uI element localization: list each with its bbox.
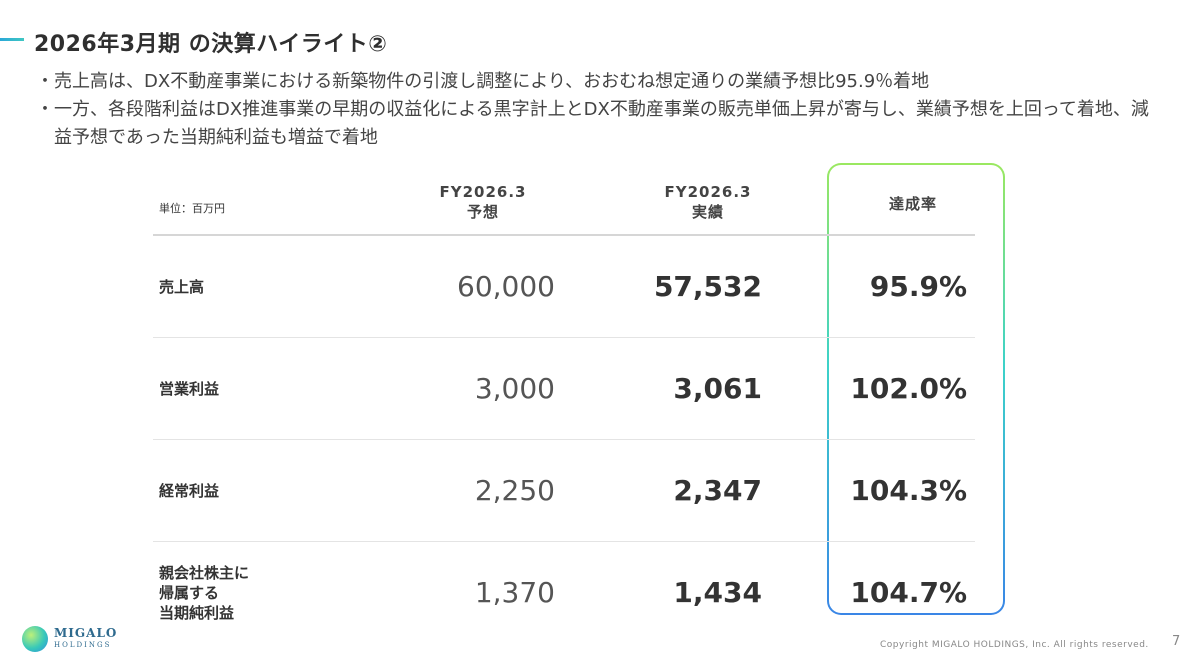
actual-value: 2,347	[673, 474, 762, 507]
header-forecast-line1: FY2026.3	[439, 183, 527, 201]
header-actual-line1: FY2026.3	[664, 183, 752, 201]
rate-value: 104.3%	[850, 474, 967, 507]
table-row: 親会社株主に 帰属する 当期純利益 1,370 1,434 104.7%	[153, 542, 975, 643]
row-label: 営業利益	[159, 379, 220, 398]
copyright-text: Copyright MIGALO HOLDINGS, Inc. All righ…	[880, 640, 1149, 650]
row-label-line1: 親会社株主に	[159, 563, 250, 582]
table-row: 経常利益 2,250 2,347 104.3%	[153, 440, 975, 542]
bullet-text: 売上高は、DX不動産事業における新築物件の引渡し調整により、おおむね想定通りの業…	[54, 71, 930, 92]
bullet-mark: ・	[36, 71, 54, 92]
results-table: 単位：百万円 FY2026.3 予想 FY2026.3 実績 達成率 売上高 6…	[153, 170, 975, 643]
logo-mark-icon	[22, 626, 48, 652]
logo-wordmark: MIGALO HOLDINGS	[54, 627, 117, 651]
forecast-value: 1,370	[474, 576, 555, 609]
bullet-item: ・ 一方、各段階利益はDX推進事業の早期の収益化による黒字計上とDX不動産事業の…	[36, 96, 1166, 152]
page-title: 2026年3月期 の決算ハイライト②	[34, 32, 388, 57]
company-logo: MIGALO HOLDINGS	[22, 626, 117, 652]
bullet-item: ・ 売上高は、DX不動産事業における新築物件の引渡し調整により、おおむね想定通り…	[36, 68, 1166, 96]
rate-value: 95.9%	[869, 270, 967, 303]
table-row: 売上高 60,000 57,532 95.9%	[153, 236, 975, 338]
logo-line1: MIGALO	[54, 626, 118, 640]
header-rate: 達成率	[888, 195, 937, 213]
bullet-text: 一方、各段階利益はDX推進事業の早期の収益化による黒字計上とDX不動産事業の販売…	[54, 99, 1149, 148]
row-label-line2: 帰属する	[159, 583, 220, 602]
row-label: 親会社株主に 帰属する 当期純利益	[159, 542, 299, 643]
rate-value: 102.0%	[850, 372, 967, 405]
actual-value: 57,532	[653, 270, 762, 303]
bullet-list: ・ 売上高は、DX不動産事業における新築物件の引渡し調整により、おおむね想定通り…	[36, 68, 1166, 152]
table-header: 単位：百万円 FY2026.3 予想 FY2026.3 実績 達成率	[153, 170, 975, 236]
rate-value: 104.7%	[850, 576, 967, 609]
logo-line2: HOLDINGS	[54, 641, 112, 649]
row-label-line3: 当期純利益	[159, 603, 235, 622]
actual-value: 1,434	[673, 576, 762, 609]
actual-value: 3,061	[673, 372, 762, 405]
forecast-value: 60,000	[457, 270, 555, 303]
bullet-mark: ・	[36, 99, 54, 120]
header-actual: FY2026.3 実績	[633, 182, 783, 222]
header-forecast: FY2026.3 予想	[408, 182, 558, 222]
title-accent-bar	[0, 38, 24, 41]
header-forecast-line2: 予想	[466, 203, 499, 221]
unit-label: 単位：百万円	[159, 202, 225, 215]
row-label: 売上高	[159, 277, 205, 296]
table-row: 営業利益 3,000 3,061 102.0%	[153, 338, 975, 440]
page-number: 7	[1172, 634, 1181, 649]
header-actual-line2: 実績	[691, 203, 724, 221]
forecast-value: 2,250	[474, 474, 555, 507]
forecast-value: 3,000	[474, 372, 555, 405]
row-label: 経常利益	[159, 481, 220, 500]
